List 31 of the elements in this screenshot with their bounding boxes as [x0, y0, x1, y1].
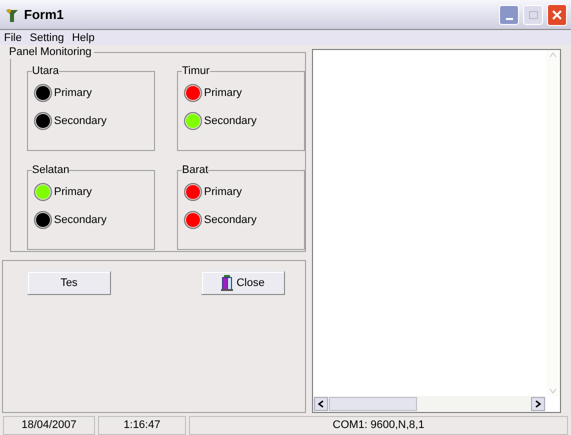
scroll-right-button[interactable]: [531, 397, 545, 411]
minimize-button[interactable]: [499, 4, 519, 24]
close-button[interactable]: [547, 4, 567, 26]
menu-item[interactable]: File: [4, 30, 22, 44]
lamp-label: Primary: [204, 184, 242, 200]
status-panel: COM1: 9600,N,8,1: [189, 416, 568, 435]
test-button[interactable]: Tes: [27, 271, 111, 295]
lamp-label: Secondary: [54, 114, 107, 129]
door-icon: [221, 275, 234, 291]
menu-item[interactable]: Help: [72, 30, 95, 44]
scroll-up-icon[interactable]: [549, 52, 557, 58]
scroll-thumb[interactable]: [329, 397, 417, 411]
vertical-scrollbar[interactable]: [546, 50, 560, 396]
panel-title: Panel Monitoring: [9, 45, 94, 59]
lamp-label: Primary: [54, 184, 92, 200]
lamp-label: Secondary: [54, 212, 107, 228]
maximize-button[interactable]: [523, 4, 543, 24]
lamp-label: Primary: [204, 86, 242, 101]
menu-item[interactable]: Setting: [30, 30, 64, 44]
lamp-label: Secondary: [204, 212, 257, 228]
lamp-label: Secondary: [204, 114, 257, 129]
status-panel: 1:16:47: [98, 416, 186, 435]
lamp-label: Primary: [54, 86, 92, 101]
scroll-down-icon[interactable]: [549, 388, 557, 394]
scroll-left-button[interactable]: [314, 397, 328, 411]
status-panel: 18/04/2007: [3, 416, 95, 435]
close-form-button[interactable]: Close: [201, 271, 285, 295]
window-title: Form1: [24, 6, 65, 24]
app-icon: [4, 6, 20, 22]
close-icon: [551, 8, 563, 20]
horizontal-scrollbar[interactable]: [313, 396, 546, 412]
